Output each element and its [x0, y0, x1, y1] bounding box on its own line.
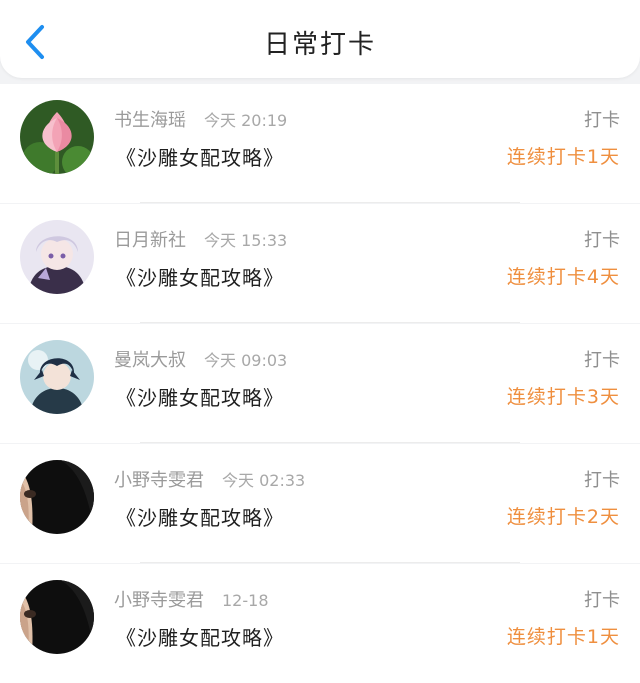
avatar[interactable]	[20, 100, 94, 174]
streak-text: 连续打卡2天	[506, 506, 620, 528]
anime-avatar-image	[20, 340, 94, 414]
checkin-time: 12-18	[222, 591, 269, 610]
checkin-label: 打卡	[584, 230, 620, 251]
avatar[interactable]	[20, 580, 94, 654]
streak-text: 连续打卡1天	[506, 146, 620, 168]
checkin-label: 打卡	[584, 590, 620, 611]
avatar[interactable]	[20, 340, 94, 414]
divider	[140, 562, 520, 563]
checkin-label: 打卡	[584, 470, 620, 491]
page-title: 日常打卡	[263, 30, 376, 60]
checkin-list: 书生海瑶 今天 20:19 打卡 《沙雕女配攻略》 连续打卡1天 日月新社 今天 1…	[0, 84, 640, 683]
user-name[interactable]: 小野寺雯君 今天 02:33	[114, 466, 305, 492]
list-item[interactable]: 日月新社 今天 15:33 打卡 《沙雕女配攻略》 连续打卡4天	[0, 204, 640, 323]
checkin-label: 打卡	[584, 110, 620, 131]
user-name[interactable]: 书生海瑶 今天 20:19	[114, 106, 287, 132]
book-title[interactable]: 《沙雕女配攻略》	[116, 142, 284, 171]
streak-text: 连续打卡4天	[506, 266, 620, 288]
user-name-text: 书生海瑶	[114, 110, 186, 131]
user-name[interactable]: 小野寺雯君 12-18	[114, 586, 269, 612]
book-title[interactable]: 《沙雕女配攻略》	[116, 262, 284, 291]
book-title[interactable]: 《沙雕女配攻略》	[116, 382, 284, 411]
divider	[140, 442, 520, 443]
divider	[140, 322, 520, 323]
divider	[140, 202, 520, 203]
user-name-text: 小野寺雯君	[114, 470, 204, 491]
book-title[interactable]: 《沙雕女配攻略》	[116, 502, 284, 531]
list-item[interactable]: 曼岚大叔 今天 09:03 打卡 《沙雕女配攻略》 连续打卡3天	[0, 324, 640, 443]
streak-text: 连续打卡1天	[506, 626, 620, 648]
book-title[interactable]: 《沙雕女配攻略》	[116, 622, 284, 651]
user-name-text: 曼岚大叔	[114, 350, 186, 371]
user-name[interactable]: 曼岚大叔 今天 09:03	[114, 346, 287, 372]
streak-text: 连续打卡3天	[506, 386, 620, 408]
avatar[interactable]	[20, 460, 94, 534]
checkin-time: 今天 20:19	[204, 111, 288, 130]
user-name-text: 小野寺雯君	[114, 590, 204, 611]
list-item[interactable]: 小野寺雯君 今天 02:33 打卡 《沙雕女配攻略》 连续打卡2天	[0, 444, 640, 563]
checkin-time: 今天 09:03	[204, 351, 288, 370]
checkin-label: 打卡	[584, 350, 620, 371]
list-item[interactable]: 小野寺雯君 12-18 打卡 《沙雕女配攻略》 连续打卡1天	[0, 564, 640, 683]
user-name-text: 日月新社	[114, 230, 186, 251]
anime-avatar-image	[20, 220, 94, 294]
user-name[interactable]: 日月新社 今天 15:33	[114, 226, 287, 252]
avatar[interactable]	[20, 220, 94, 294]
face-photo-image	[20, 460, 94, 534]
checkin-time: 今天 02:33	[222, 471, 306, 490]
list-item[interactable]: 书生海瑶 今天 20:19 打卡 《沙雕女配攻略》 连续打卡1天	[0, 84, 640, 203]
lotus-flower-image	[20, 100, 94, 174]
top-bar: 日常打卡	[0, 0, 640, 78]
checkin-time: 今天 15:33	[204, 231, 288, 250]
face-photo-image	[20, 580, 94, 654]
